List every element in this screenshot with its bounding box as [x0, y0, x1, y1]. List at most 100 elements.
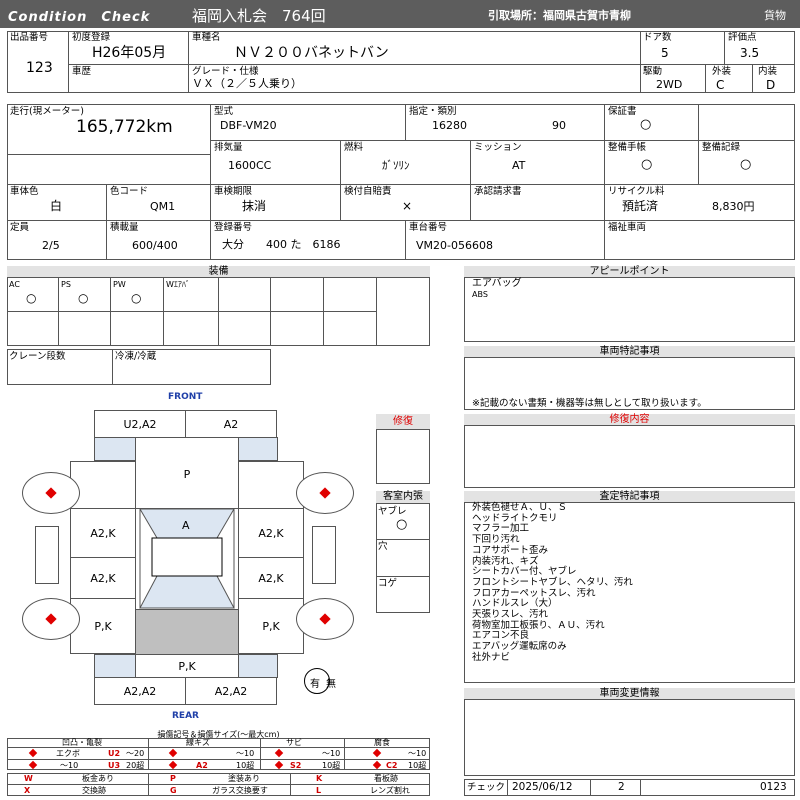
equipment-title: 装備 [7, 266, 430, 278]
manual: ○ [641, 157, 653, 172]
code-g: G [170, 786, 177, 795]
auction-title: 福岡入札会 764回 [192, 7, 326, 25]
hood: P [135, 437, 239, 509]
tire-front-right [296, 472, 354, 514]
displacement: 1600CC [228, 159, 272, 172]
category-no: 90 [552, 119, 566, 132]
mirror-right [312, 526, 336, 584]
manual-label: 整備手帳 [608, 142, 647, 153]
spare-yes: 有 [310, 679, 320, 690]
doors-label: ドア数 [643, 32, 672, 43]
appeal-title: アピールポイント [464, 266, 795, 278]
capacity: 2/5 [42, 239, 60, 252]
color-code-label: 色コード [110, 186, 149, 197]
front-light-right [238, 437, 278, 461]
mission-label: ミッション [474, 142, 522, 153]
designation: 16280 [432, 119, 467, 132]
first-reg: H26年05月 [92, 45, 167, 61]
front-door-left: A2,K [70, 508, 136, 558]
mileage: 165,772km [76, 117, 173, 137]
recycle-fee: 8,830円 [712, 200, 755, 213]
mirror-left [35, 526, 59, 584]
appeal-line-1: エアバッグ [472, 278, 522, 289]
check-code: 0123 [760, 781, 787, 793]
equip-pw-label: PW [113, 280, 126, 289]
repair-tag-label: 修復 [376, 414, 430, 430]
legend-corrosion-a: ～10 [408, 749, 427, 758]
tire-rear-left [22, 598, 80, 640]
color-code: QM1 [150, 200, 176, 213]
front-light-left [94, 437, 136, 461]
code-k: K [316, 774, 323, 783]
legend-scratch-a: ～10 [236, 749, 255, 758]
special-title: 車両特記事項 [464, 346, 795, 358]
drive-label: 駆動 [643, 66, 663, 77]
mileage-label: 走行(現メーター) [10, 106, 84, 117]
code-w: W [24, 774, 33, 783]
equip-ac-label: AC [9, 280, 20, 289]
legend-dent-a: エクボ [56, 749, 80, 758]
grade: ＶＸ（２／５人乗り） [192, 77, 302, 90]
maint: ○ [740, 157, 752, 172]
fuel: ｶﾞｿﾘﾝ [382, 159, 410, 172]
load: 600/400 [132, 239, 178, 252]
model-name-label: 車種名 [192, 32, 221, 43]
windshield-code: A [182, 519, 190, 532]
interior-damage-title: 客室内張 [376, 491, 430, 504]
interior-tear-mark: ○ [396, 517, 408, 532]
rear-light-right [238, 654, 278, 678]
tire-front-left [22, 472, 80, 514]
insurance: × [402, 199, 413, 213]
recycle-status: 預託済 [622, 199, 659, 213]
vehicle-category: 貨物 [764, 9, 786, 22]
legend-dent-u3size: 20超 [126, 761, 145, 770]
lot-no-label: 出品番号 [10, 32, 49, 43]
equip-airbag-label: Wｴｱﾊﾞ [166, 280, 190, 289]
chassis: VM20-056608 [416, 239, 493, 252]
equip-ac-mark: ○ [26, 291, 37, 305]
legend-dent-size: ～20 [126, 749, 145, 758]
legend-scratch: 線キズ [186, 738, 210, 747]
displacement-label: 排気量 [214, 142, 243, 153]
type-label: 型式 [214, 106, 234, 117]
front-bumper-left: U2,A2 [94, 410, 186, 438]
cooler-label: 冷凍/冷蔵 [115, 351, 157, 362]
recycle-label: リサイクル料 [608, 186, 665, 197]
lot-no: 123 [26, 60, 53, 76]
front-fender-left [70, 461, 136, 509]
legend-corrosion: 腐食 [374, 738, 390, 747]
code-p: P [170, 774, 176, 783]
exterior: C [716, 78, 725, 92]
inspection-label: 車検期限 [214, 186, 253, 197]
tire-rear-right [296, 598, 354, 640]
drive: 2WD [656, 78, 683, 91]
special-note: ※記載のない書類・機器等は無しとして取り扱います。 [472, 398, 707, 409]
first-reg-label: 初度登録 [72, 32, 111, 43]
legend-rust: サビ [286, 738, 302, 747]
front-fender-right [238, 461, 304, 509]
interior: D [766, 78, 776, 92]
load-label: 積載量 [110, 222, 139, 233]
legend-scratch-a2: A2 [196, 761, 208, 770]
header-bar: Condition Check 福岡入札会 764回 引取場所：福岡県古賀市青柳… [0, 0, 800, 28]
interior-tear-label: ヤブレ [378, 506, 407, 517]
rear-quarter-left: P,K [70, 598, 136, 654]
equip-ps-mark: ○ [78, 291, 89, 305]
code-g-text: ガラス交換要す [212, 786, 268, 795]
history-label: 車歴 [72, 66, 92, 77]
reg-no: 大分 400 た 6186 [222, 238, 341, 251]
grade-label: グレード・仕様 [192, 66, 259, 77]
cargo-floor [135, 609, 239, 655]
rear-quarter-right: P,K [238, 598, 304, 654]
front-label: FRONT [168, 392, 203, 402]
mission: AT [512, 159, 526, 172]
inspection: 抹消 [242, 199, 267, 213]
appeal-line-2: ABS [472, 290, 488, 299]
rear-door-right: A2,K [238, 557, 304, 599]
rear-bumper-left: A2,A2 [94, 677, 186, 705]
inspect-lines: 外装色褪せＡ、Ｕ、Ｓ ヘッドライトクモリ マフラー加工 下回り汚れ コアサポート歪み 内装… [472, 502, 790, 664]
code-k-text: 看板跡 [374, 774, 398, 783]
reg-no-label: 登録番号 [214, 222, 253, 233]
warranty-label: 保証書 [608, 106, 637, 117]
exterior-label: 外装 [712, 66, 732, 77]
